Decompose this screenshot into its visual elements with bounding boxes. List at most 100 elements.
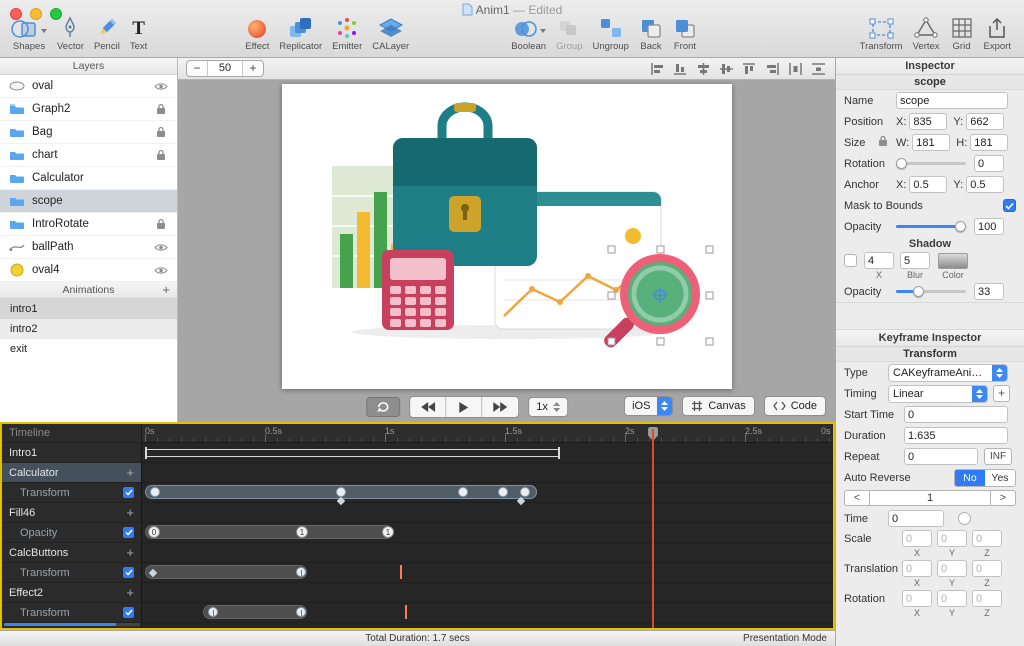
zoom-out-button[interactable]: −	[187, 61, 207, 76]
layer-row-bag[interactable]: Bag	[0, 121, 177, 144]
code-mode-button[interactable]: Code	[763, 396, 826, 416]
artboard[interactable]	[281, 83, 732, 389]
timeline-row-calculator[interactable]: Calculator +	[2, 463, 141, 483]
opacity-input[interactable]	[974, 218, 1004, 235]
track-enabled-checkbox[interactable]	[123, 527, 134, 538]
tool-ungroup[interactable]: Ungroup	[593, 15, 629, 52]
keyframe-marker[interactable]	[296, 607, 306, 617]
timeline-row-transform-3[interactable]: Transform	[2, 603, 141, 623]
next-keyframe-button[interactable]: >	[990, 490, 1016, 506]
type-dropdown[interactable]: CAKeyframeAni…	[888, 363, 1008, 382]
time-input[interactable]	[888, 510, 944, 527]
speed-control[interactable]: 1x	[528, 397, 568, 417]
keyframe-value-marker[interactable]: 0	[148, 526, 160, 538]
name-input[interactable]	[896, 92, 1008, 109]
add-keyframe-button[interactable]: +	[126, 465, 134, 480]
layer-row-introrotate[interactable]: IntroRotate	[0, 213, 177, 236]
briefcase-layer[interactable]	[392, 102, 537, 266]
animation-item[interactable]: intro2	[0, 319, 177, 339]
zoom-level[interactable]: 50	[207, 61, 243, 76]
play-button[interactable]	[446, 397, 483, 417]
timeline-row-transform-2[interactable]: Transform	[2, 563, 141, 583]
animation-item[interactable]: exit	[0, 339, 177, 359]
canvas-viewport[interactable]	[178, 80, 835, 392]
opacity-slider[interactable]	[896, 221, 966, 232]
tool-emitter[interactable]: Emitter	[332, 15, 362, 52]
keyframe-marker[interactable]	[498, 487, 508, 497]
layer-row-oval4[interactable]: oval4	[0, 259, 177, 282]
keyframe-marker[interactable]	[520, 487, 530, 497]
time-radio[interactable]	[958, 512, 971, 525]
prev-keyframe-button[interactable]: <	[844, 490, 870, 506]
tool-replicator[interactable]: Replicator	[279, 15, 322, 52]
keyframe-time-marker[interactable]	[400, 565, 402, 579]
duration-input[interactable]	[904, 427, 1008, 444]
tool-effect[interactable]: Effect	[245, 15, 269, 52]
loop-button[interactable]	[366, 397, 401, 417]
timeline-ruler[interactable]: 0s 0.5s 1s 1.5s 2s 2.5s 0s	[142, 424, 833, 443]
keyframe-marker[interactable]	[336, 487, 346, 497]
calculator-layer[interactable]	[381, 249, 454, 330]
shadow-opacity-input[interactable]	[974, 283, 1004, 300]
mask-checkbox[interactable]	[1003, 199, 1016, 212]
layer-row-graph2[interactable]: Graph2	[0, 98, 177, 121]
rotation-input[interactable]	[974, 155, 1004, 172]
track-enabled-checkbox[interactable]	[123, 567, 134, 578]
playhead[interactable]	[648, 424, 658, 628]
layer-row-chart[interactable]: chart	[0, 144, 177, 167]
platform-select[interactable]: iOS	[624, 396, 674, 416]
shadow-blur-input[interactable]	[900, 252, 930, 269]
keyframe-value-marker[interactable]: 1	[296, 526, 308, 538]
visibility-eye-icon[interactable]	[152, 266, 169, 275]
lock-icon[interactable]	[152, 149, 169, 161]
position-y-input[interactable]	[966, 113, 1005, 130]
tool-back[interactable]: Back	[639, 15, 663, 52]
translation-y-input[interactable]	[937, 560, 967, 577]
tool-shapes[interactable]: Shapes	[11, 15, 47, 52]
add-timing-button[interactable]: +	[993, 385, 1010, 402]
track-enabled-checkbox[interactable]	[123, 487, 134, 498]
intro1-track-bar[interactable]	[145, 446, 560, 459]
align-center-v-icon[interactable]	[717, 61, 735, 77]
timeline-zoom-slider[interactable]	[4, 623, 140, 626]
rewind-button[interactable]	[410, 397, 447, 417]
position-x-input[interactable]	[909, 113, 948, 130]
distribute-v-icon[interactable]	[809, 61, 827, 77]
align-top-icon[interactable]	[740, 61, 758, 77]
infinite-repeat-button[interactable]: INF	[984, 448, 1013, 465]
auto-reverse-toggle[interactable]: No Yes	[954, 468, 1016, 487]
translation-x-input[interactable]	[902, 560, 932, 577]
anchor-x-input[interactable]	[909, 176, 948, 193]
translation-z-input[interactable]	[972, 560, 1002, 577]
tool-transform[interactable]: Transform	[860, 15, 903, 52]
tool-text[interactable]: T Text	[130, 15, 147, 52]
keyframe-marker[interactable]	[208, 607, 218, 617]
tool-group[interactable]: Group	[556, 15, 583, 52]
shadow-checkbox[interactable]	[844, 254, 857, 267]
size-w-input[interactable]	[912, 134, 951, 151]
lock-icon[interactable]	[152, 103, 169, 115]
layer-row-ballpath[interactable]: ballPath	[0, 236, 177, 259]
keyframe-marker[interactable]	[296, 567, 306, 577]
rotation-slider[interactable]	[896, 158, 966, 169]
transform-track-bar[interactable]	[203, 605, 307, 619]
scale-y-input[interactable]	[937, 530, 967, 547]
timeline-row-transform-1[interactable]: Transform	[2, 483, 141, 503]
track-enabled-checkbox[interactable]	[123, 607, 134, 618]
keyframe-value-marker[interactable]: 1	[382, 526, 394, 538]
tool-front[interactable]: Front	[673, 15, 697, 52]
keyframe-marker[interactable]	[150, 487, 160, 497]
visibility-eye-icon[interactable]	[152, 82, 169, 91]
tool-vector[interactable]: Vector	[57, 15, 84, 52]
shadow-color-well[interactable]	[938, 252, 968, 269]
tool-calayer[interactable]: CALayer	[372, 15, 409, 52]
tool-pencil[interactable]: Pencil	[94, 15, 120, 52]
timeline-row-intro1[interactable]: Intro1	[2, 443, 141, 463]
add-keyframe-button[interactable]: +	[126, 505, 134, 520]
lock-icon[interactable]	[152, 126, 169, 138]
canvas-mode-button[interactable]: Canvas	[682, 396, 755, 416]
keyframe-diamond[interactable]	[148, 568, 158, 578]
keyframe-time-marker[interactable]	[405, 605, 407, 619]
zoom-in-button[interactable]: +	[243, 61, 263, 76]
layer-row-scope[interactable]: scope	[0, 190, 177, 213]
